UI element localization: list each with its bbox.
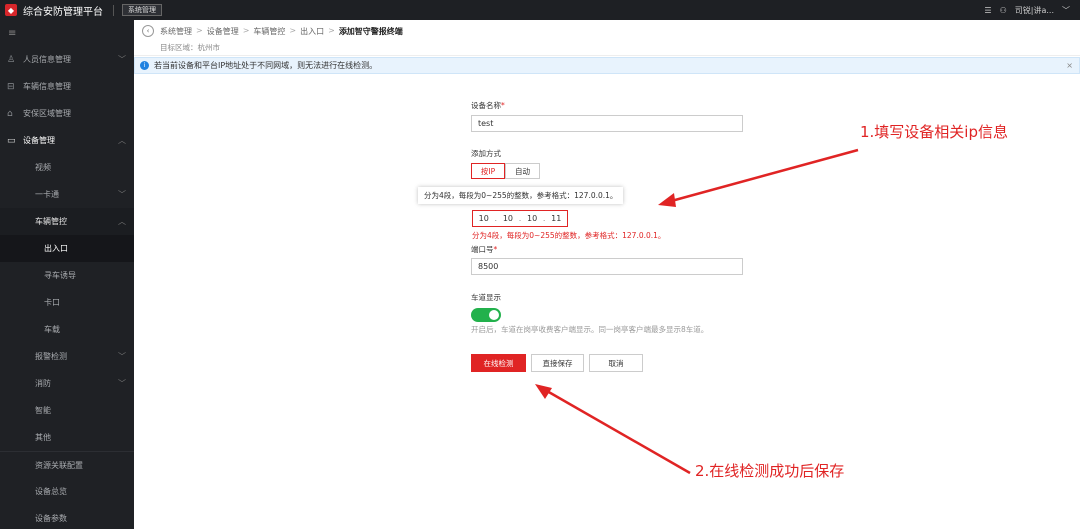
close-icon[interactable]: × — [1066, 61, 1073, 70]
sidebar-item-label: 安保区域管理 — [23, 109, 71, 118]
notice-text: 若当前设备和平台IP地址处于不同网域，则无法进行在线检测。 — [154, 61, 378, 70]
sidebar-item-device-overview[interactable]: 设备总览 — [0, 478, 134, 505]
info-notice: i 若当前设备和平台IP地址处于不同网域，则无法进行在线检测。 × — [134, 57, 1080, 74]
sidebar-item-security-area[interactable]: ⌂ 安保区域管理 — [0, 100, 134, 127]
ip-segment[interactable]: 10 — [497, 214, 518, 223]
chevron-up-icon: ︿ — [118, 217, 126, 226]
ip-tooltip: 分为4段，每段为0~255的整数，参考格式：127.0.0.1。 — [418, 187, 624, 204]
lane-display-hint: 开启后，车道在岗亭收费客户端显示。同一岗亭客户端最多显示8车道。 — [471, 325, 709, 334]
breadcrumb: 系统管理 > 设备管理 > 车辆管控 > 出入口 > 添加智守警报终端 — [160, 26, 403, 37]
ip-address-input[interactable]: 10 . 10 . 10 . 11 — [472, 210, 568, 227]
ip-segment[interactable]: 10 — [521, 214, 542, 223]
sidebar-item-label: 消防 — [35, 379, 51, 388]
sidebar-item-label: 一卡通 — [35, 190, 59, 199]
sidebar-item-label: 车辆信息管理 — [23, 82, 71, 91]
sidebar-item-resource-link[interactable]: 资源关联配置 — [0, 451, 134, 478]
sidebar-item-label: 报警检测 — [35, 352, 67, 361]
user-icon[interactable]: ⚇ — [1000, 6, 1007, 15]
sidebar-item-label: 视频 — [35, 163, 51, 172]
method-auto-button[interactable]: 自动 — [505, 163, 540, 179]
sidebar-item-person[interactable]: ♙ 人员信息管理 ﹀ — [0, 46, 134, 73]
car-icon: ⊟ — [7, 81, 15, 92]
method-ip-button[interactable]: 按IP — [471, 163, 505, 179]
sidebar-item-label: 车辆管控 — [35, 217, 67, 226]
divider — [113, 4, 114, 16]
sidebar-item-label: 设备参数 — [35, 514, 67, 523]
toggle-knob — [489, 310, 499, 320]
chevron-down-icon: ﹀ — [118, 55, 126, 64]
sidebar-item-label: 人员信息管理 — [23, 55, 71, 64]
ip-segment[interactable]: 11 — [546, 214, 567, 223]
sidebar-item-label: 出入口 — [44, 244, 68, 253]
sidebar: ≡ ♙ 人员信息管理 ﹀ ⊟ 车辆信息管理 ⌂ 安保区域管理 ▭ 设备管理 ︿ … — [0, 20, 134, 529]
ip-error-text: 分为4段，每段为0~255的整数，参考格式：127.0.0.1。 — [472, 231, 666, 240]
device-name-input[interactable]: test — [471, 115, 743, 132]
sidebar-item-vehicle-control[interactable]: 车辆管控 ︿ — [0, 208, 134, 235]
sidebar-item-label: 卡口 — [44, 298, 60, 307]
breadcrumb-item[interactable]: 系统管理 — [160, 26, 192, 37]
user-name[interactable]: 司锐|讲a... — [1015, 5, 1054, 16]
sidebar-item-label: 其他 — [35, 433, 51, 442]
info-icon: i — [140, 61, 149, 70]
sidebar-item-label: 寻车诱导 — [44, 271, 76, 280]
chevron-down-icon: ﹀ — [118, 190, 126, 199]
home-icon: ⌂ — [7, 108, 13, 119]
device-name-label: 设备名称* — [471, 101, 505, 110]
annotation-note-2: 2.在线检测成功后保存 — [695, 462, 845, 480]
breadcrumb-item[interactable]: 出入口 — [300, 26, 324, 37]
main-content: ‹ 系统管理 > 设备管理 > 车辆管控 > 出入口 > 添加智守警报终端 目标… — [134, 20, 1080, 529]
sidebar-item-smart[interactable]: 智能 — [0, 397, 134, 424]
breadcrumb-item[interactable]: 车辆管控 — [253, 26, 285, 37]
lane-display-toggle[interactable] — [471, 308, 501, 322]
shield-logo-icon: ◆ — [5, 4, 17, 16]
breadcrumb-item[interactable]: 设备管理 — [207, 26, 239, 37]
cancel-button[interactable]: 取消 — [589, 354, 643, 372]
device-icon: ▭ — [7, 135, 16, 146]
sidebar-item-device-params[interactable]: 设备参数 — [0, 505, 134, 532]
system-management-button[interactable]: 系统管理 — [122, 4, 162, 16]
breadcrumb-current: 添加智守警报终端 — [338, 27, 403, 36]
sidebar-item-device-management[interactable]: ▭ 设备管理 ︿ — [0, 127, 134, 154]
chevron-down-icon: ﹀ — [118, 379, 126, 388]
sidebar-item-entrance[interactable]: 出入口 — [0, 235, 134, 262]
top-right-area: ☰ ⚇ 司锐|讲a... ﹀ — [984, 0, 1070, 20]
sidebar-item-label: 设备管理 — [23, 136, 55, 145]
sidebar-item-fire[interactable]: 消防 ﹀ — [0, 370, 134, 397]
sidebar-item-vehicle-mounted[interactable]: 车载 — [0, 316, 134, 343]
ip-segment[interactable]: 10 — [473, 214, 494, 223]
chevron-down-icon[interactable]: ﹀ — [1062, 5, 1070, 16]
port-input[interactable]: 8500 — [471, 258, 743, 275]
sidebar-item-label: 车载 — [44, 325, 60, 334]
annotation-note-1: 1.填写设备相关ip信息 — [860, 123, 1009, 141]
sidebar-item-label: 智能 — [35, 406, 51, 415]
sidebar-item-video[interactable]: 视频 — [0, 154, 134, 181]
app-title: 综合安防管理平台 — [23, 6, 103, 18]
lane-display-label: 车道显示 — [471, 293, 501, 302]
chevron-up-icon: ︿ — [118, 136, 126, 145]
chevron-down-icon: ﹀ — [118, 352, 126, 361]
sidebar-item-label: 设备总览 — [35, 487, 67, 496]
direct-save-button[interactable]: 直接保存 — [531, 354, 584, 372]
target-area-label: 目标区域：杭州市 — [160, 43, 220, 52]
person-icon: ♙ — [7, 54, 16, 65]
sidebar-item-car-finding[interactable]: 寻车诱导 — [0, 262, 134, 289]
online-check-button[interactable]: 在线检测 — [471, 354, 526, 372]
port-label: 端口号* — [471, 245, 498, 254]
breadcrumb-separator: > — [328, 26, 335, 35]
breadcrumb-bar: ‹ 系统管理 > 设备管理 > 车辆管控 > 出入口 > 添加智守警报终端 目标… — [134, 20, 1080, 56]
breadcrumb-separator: > — [289, 26, 297, 35]
sidebar-item-alarm[interactable]: 报警检测 ﹀ — [0, 343, 134, 370]
sidebar-item-other[interactable]: 其他 — [0, 424, 134, 451]
top-bar: ◆ 综合安防管理平台 系统管理 ☰ ⚇ 司锐|讲a... ﹀ — [0, 0, 1080, 20]
back-arrow-icon[interactable]: ‹ — [142, 25, 154, 37]
sidebar-item-checkpoint[interactable]: 卡口 — [0, 289, 134, 316]
sidebar-item-label: 资源关联配置 — [35, 460, 83, 470]
add-method-label: 添加方式 — [471, 149, 501, 158]
sidebar-item-card[interactable]: 一卡通 ﹀ — [0, 181, 134, 208]
hamburger-icon[interactable]: ≡ — [0, 20, 134, 46]
breadcrumb-separator: > — [242, 26, 250, 35]
sidebar-item-vehicle[interactable]: ⊟ 车辆信息管理 — [0, 73, 134, 100]
menu-lines-icon[interactable]: ☰ — [984, 6, 991, 15]
breadcrumb-separator: > — [196, 26, 203, 35]
